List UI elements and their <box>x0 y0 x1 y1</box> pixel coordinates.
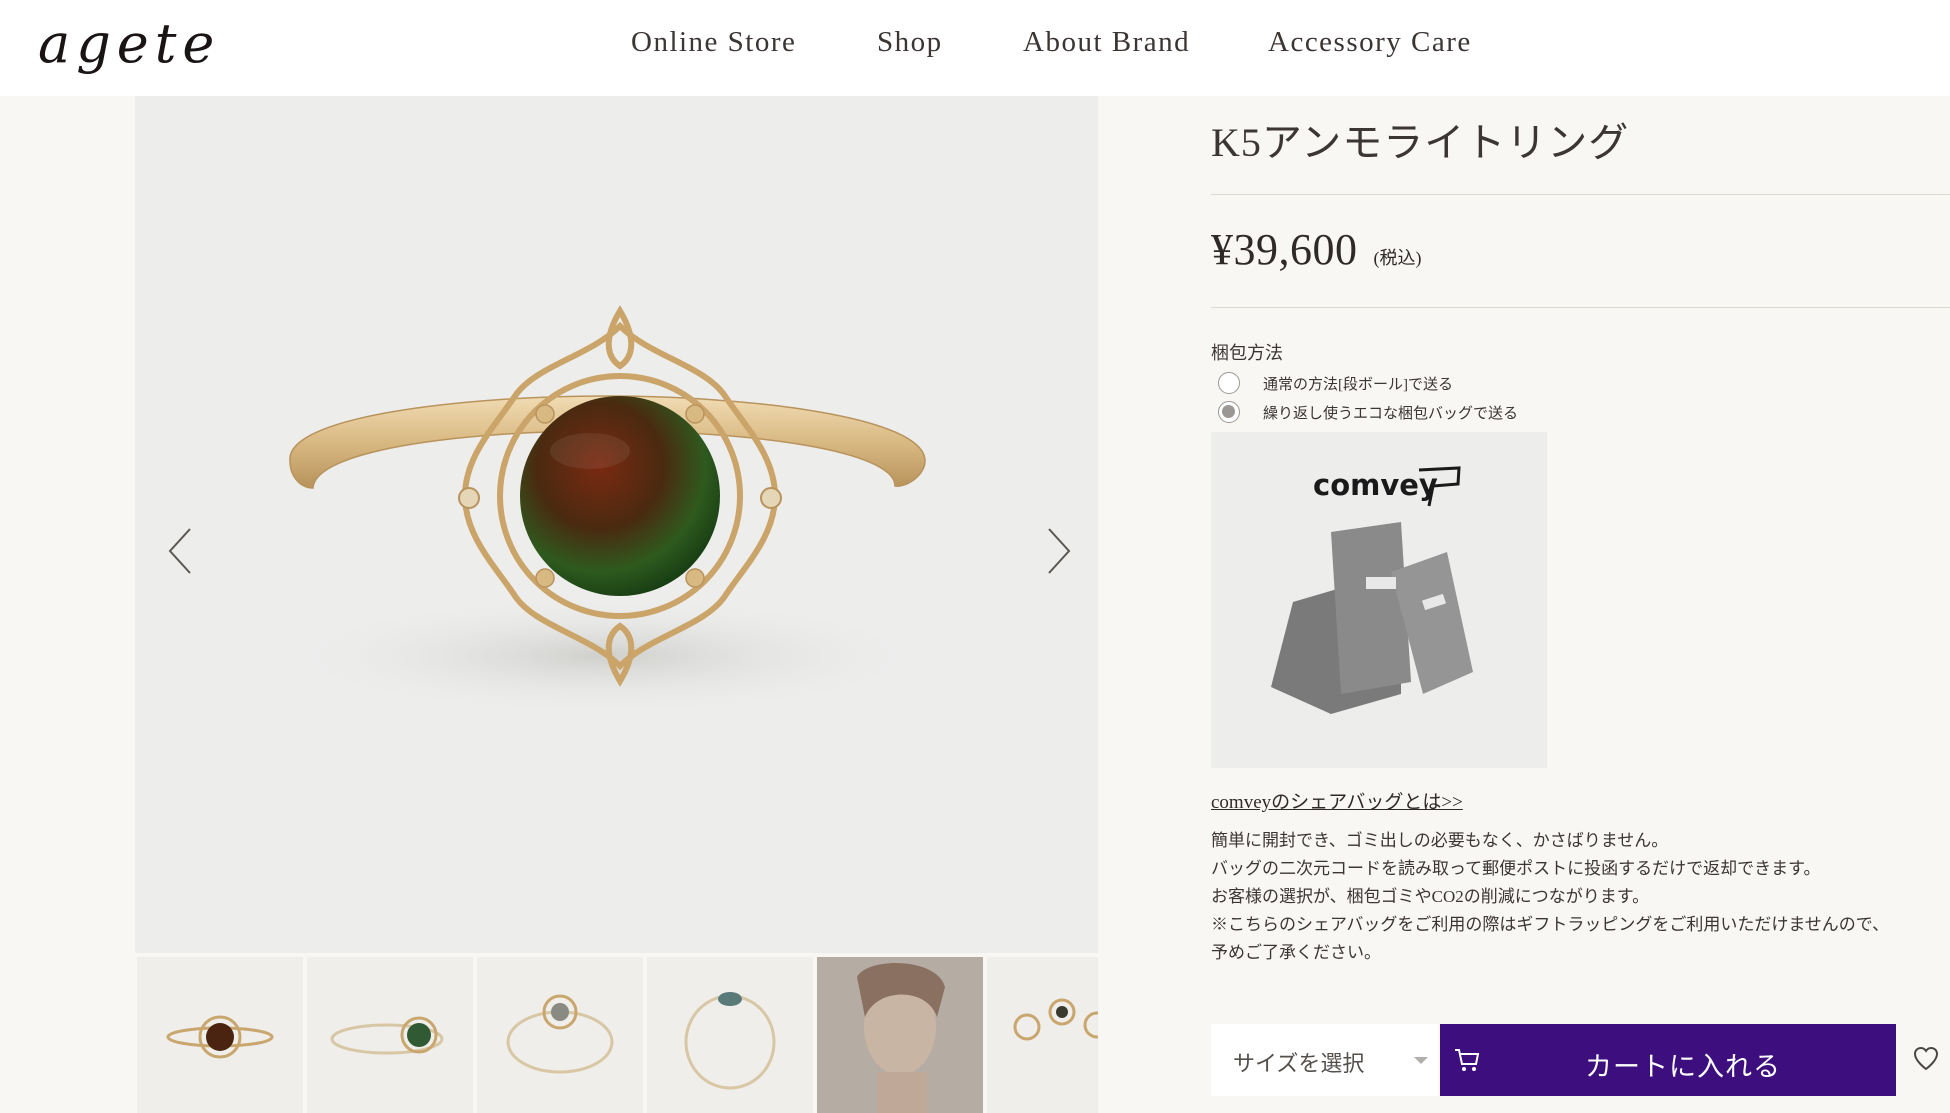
thumbnail-4[interactable] <box>647 957 813 1113</box>
nav-accessory-care[interactable]: Accessory Care <box>1268 22 1472 62</box>
description-line: 簡単に開封でき、ゴミ出しの必要もなく、かさばりません。 <box>1211 831 1669 850</box>
description-line: お客様の選択が、梱包ゴミやCO2の削減につながります。 <box>1211 887 1650 906</box>
add-to-cart-button[interactable]: カートに入れる <box>1440 1024 1896 1096</box>
thumbnail-ring-set <box>987 957 1098 1113</box>
product-title: K5アンモライトリング <box>1211 120 1630 165</box>
thumbnail-5[interactable] <box>817 957 983 1113</box>
nav-online-store[interactable]: Online Store <box>631 22 796 62</box>
thumbnail-model-photo <box>817 957 983 1113</box>
site-header: agete Online Store Shop About Brand Acce… <box>0 0 1950 96</box>
packaging-description: 簡単に開封でき、ゴミ出しの必要もなく、かさばりません。 バッグの二次元コードを読… <box>1211 827 1950 967</box>
nav-shop[interactable]: Shop <box>877 22 943 62</box>
comvey-logo-text: comvey <box>1313 468 1438 502</box>
comvey-bag-illustration: comvey <box>1211 432 1547 768</box>
thumbnail-3[interactable] <box>477 957 643 1113</box>
main-nav: Online Store Shop About Brand Accessory … <box>0 22 1950 62</box>
thumbnail-ring-side <box>647 957 813 1113</box>
thumbnail-ring-top <box>477 957 643 1113</box>
product-price: ¥39,600 (税込) <box>1211 224 1422 275</box>
chevron-left-icon <box>168 528 191 574</box>
size-select-label: サイズを選択 <box>1233 1051 1365 1076</box>
add-to-cart-label: カートに入れる <box>1585 1052 1781 1082</box>
cart-icon <box>1455 1049 1480 1071</box>
next-image-button[interactable] <box>1037 521 1077 581</box>
radio-button[interactable] <box>1218 372 1240 394</box>
chevron-right-icon <box>1048 528 1071 574</box>
comvey-info-link[interactable]: comveyのシェアバッグとは>> <box>1211 787 1463 814</box>
comvey-bag-image: comvey <box>1211 432 1547 768</box>
thumbnail-ring-front <box>137 957 303 1113</box>
heart-icon[interactable] <box>1913 1047 1939 1071</box>
radio-label: 繰り返し使うエコな梱包バッグで送る <box>1263 406 1519 422</box>
divider <box>1211 194 1950 195</box>
thumbnail-2[interactable] <box>307 957 473 1113</box>
chevron-down-icon <box>1414 1057 1428 1064</box>
radio-button-selected[interactable] <box>1218 401 1240 423</box>
radio-label: 通常の方法[段ボール]で送る <box>1263 377 1453 393</box>
prev-image-button[interactable] <box>162 521 202 581</box>
ring-photo <box>275 305 935 716</box>
description-line: 予めご了承ください。 <box>1211 943 1381 962</box>
nav-about-brand[interactable]: About Brand <box>1023 22 1190 62</box>
divider <box>1211 307 1950 308</box>
size-select[interactable]: サイズを選択 <box>1211 1024 1438 1096</box>
tax-note: (税込) <box>1373 248 1422 268</box>
description-line: ※こちらのシェアバッグをご利用の際はギフトラッピングをご利用いただけませんので、 <box>1211 915 1890 934</box>
price-amount: ¥39,600 <box>1211 225 1358 274</box>
packaging-label: 梱包方法 <box>1211 343 1283 363</box>
thumbnail-ring-angle <box>307 957 473 1113</box>
product-main-image <box>135 96 1098 953</box>
thumbnail-6[interactable] <box>987 957 1098 1113</box>
description-line: バッグの二次元コードを読み取って郵便ポストに投函するだけで返却できます。 <box>1211 859 1821 878</box>
thumbnail-strip <box>135 957 1098 1113</box>
thumbnail-1[interactable] <box>137 957 303 1113</box>
